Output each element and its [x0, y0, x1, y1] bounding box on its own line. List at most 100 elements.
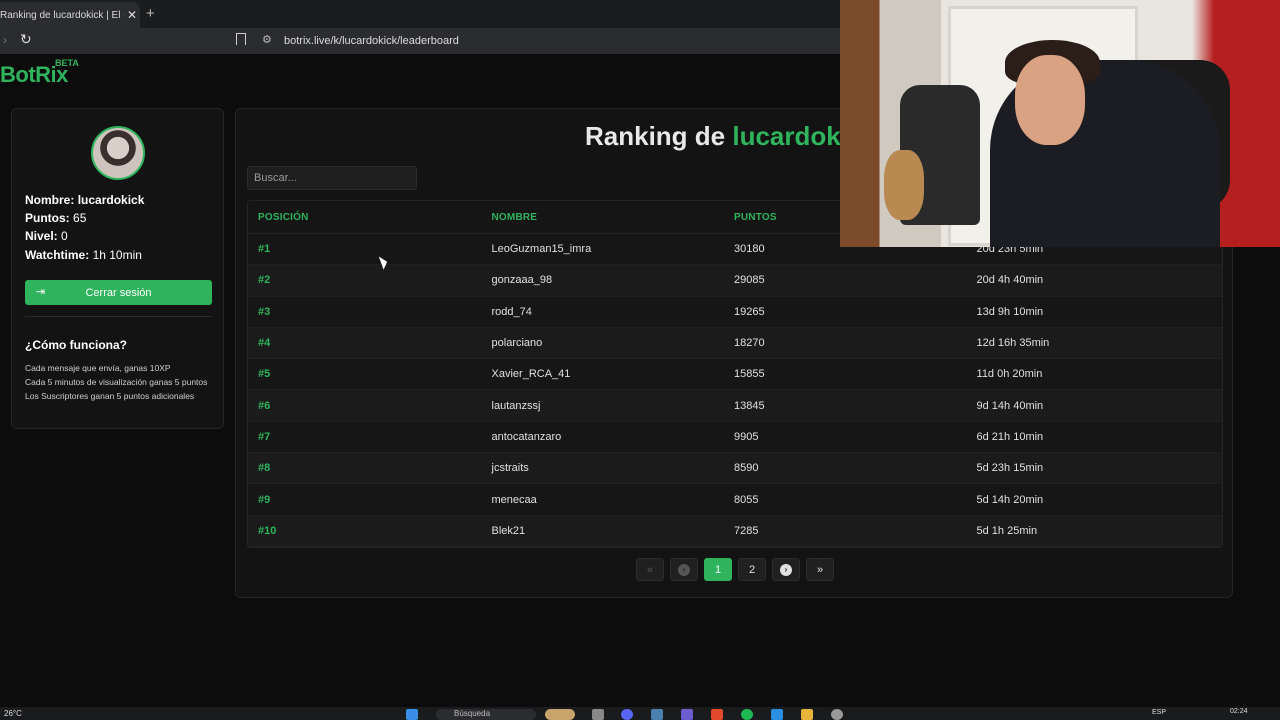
row-name: Xavier_RCA_41	[491, 368, 571, 381]
brave-icon[interactable]	[711, 709, 723, 720]
discord-icon[interactable]	[621, 709, 633, 720]
taskbar-search[interactable]: Búsqueda	[436, 709, 536, 720]
row-watchtime: 5d 14h 20min	[976, 493, 1044, 506]
taskbar-app-icon[interactable]	[831, 709, 843, 720]
header-name[interactable]: NOMBRE	[492, 212, 735, 223]
last-page-button[interactable]: »	[806, 558, 834, 581]
table-row: #2 gonzaaa_98 29085 20d 4h 40min	[248, 265, 1222, 297]
row-points: 8590	[734, 462, 759, 475]
language-indicator[interactable]: ESP	[1152, 709, 1166, 716]
logout-label: Cerrar sesión	[85, 286, 152, 299]
reload-icon[interactable]: ↻	[20, 31, 32, 48]
table-row: #4 polarciano 18270 12d 16h 35min	[248, 327, 1222, 360]
logout-button[interactable]: ⇥ Cerrar sesión	[25, 280, 212, 305]
avatar	[91, 126, 145, 180]
table-row: #7 antocatanzaro 9905 6d 21h 10min	[248, 421, 1222, 454]
beta-badge: BETA	[55, 58, 79, 68]
row-position: #10	[258, 524, 277, 537]
browser-tab[interactable]: Ranking de lucardokick | El mejo ✕	[0, 2, 140, 28]
browser-tab-strip: Ranking de lucardokick | El mejo ✕ +	[0, 0, 840, 28]
windows-start-icon[interactable]	[406, 709, 418, 720]
row-position: #9	[258, 493, 271, 506]
url-field[interactable]: botrix.live/k/lucardokick/leaderboard	[284, 35, 459, 47]
how-item: Los Suscriptores ganan 5 puntos adiciona…	[25, 391, 195, 401]
row-position: #7	[258, 430, 271, 443]
row-position: #2	[258, 274, 271, 287]
address-bar: › ↻ ⚙ botrix.live/k/lucardokick/leaderbo…	[0, 28, 840, 54]
taskbar-app-icon[interactable]	[771, 709, 783, 720]
tab-close-icon[interactable]: ✕	[124, 8, 140, 22]
row-points: 19265	[734, 305, 765, 318]
table-row: #9 menecaa 8055 5d 14h 20min	[248, 484, 1222, 516]
clock[interactable]: 02:24	[1230, 708, 1248, 715]
row-watchtime: 12d 16h 35min	[976, 337, 1050, 350]
weather-widget[interactable]: 26°C	[4, 709, 22, 718]
new-tab-icon[interactable]: +	[146, 5, 155, 22]
profile-name: Nombre: lucardokick	[25, 193, 145, 207]
table-row: #6 lautanzssj 13845 9d 14h 40min	[248, 390, 1222, 422]
forward-icon[interactable]: ›	[3, 33, 7, 47]
row-name: Blek21	[491, 524, 526, 537]
row-name: lautanzssj	[491, 399, 541, 412]
row-points: 18270	[734, 337, 765, 350]
row-points: 15855	[734, 368, 765, 381]
page-2-button[interactable]: 2	[738, 558, 766, 581]
row-watchtime: 5d 1h 25min	[976, 524, 1038, 537]
spotify-icon[interactable]	[741, 709, 753, 720]
webcam-overlay	[840, 0, 1280, 247]
search-input[interactable]	[247, 166, 417, 190]
logout-icon: ⇥	[36, 286, 46, 298]
folder-icon[interactable]	[801, 709, 813, 720]
row-watchtime: 5d 23h 15min	[976, 462, 1044, 475]
taskbar-app-icon[interactable]	[681, 709, 693, 720]
row-name: antocatanzaro	[491, 430, 562, 443]
pagination: « ‹ 1 2 › »	[636, 558, 834, 582]
row-position: #3	[258, 305, 271, 318]
site-info-icon[interactable]: ⚙	[262, 33, 272, 46]
leaderboard-table: POSICIÓN NOMBRE PUNTOS #1 LeoGuzman15_imr…	[247, 200, 1223, 548]
row-position: #6	[258, 399, 271, 412]
how-it-works-title: ¿Cómo funciona?	[25, 338, 127, 352]
how-item: Cada 5 minutos de visualización ganas 5 …	[25, 377, 208, 387]
row-name: menecaa	[491, 493, 537, 506]
row-name: jcstraits	[491, 462, 529, 475]
divider	[25, 316, 212, 317]
bookmark-icon[interactable]	[236, 33, 246, 45]
row-position: #8	[258, 462, 271, 475]
row-name: rodd_74	[491, 305, 532, 318]
row-points: 13845	[734, 399, 765, 412]
row-points: 7285	[734, 524, 759, 537]
row-watchtime: 9d 14h 40min	[976, 399, 1044, 412]
row-points: 8055	[734, 493, 759, 506]
profile-watchtime: Watchtime: 1h 10min	[25, 248, 142, 262]
row-name: gonzaaa_98	[491, 274, 553, 287]
taskbar: 26°C ⌕ Búsqueda ESP 02:24	[0, 707, 1280, 720]
table-row: #5 Xavier_RCA_41 15855 11d 0h 20min	[248, 359, 1222, 391]
row-points: 9905	[734, 430, 759, 443]
page-1-button[interactable]: 1	[704, 558, 732, 581]
next-icon: ›	[780, 563, 792, 576]
prev-icon: ‹	[678, 563, 690, 576]
profile-sidebar: Nombre: lucardokick Puntos: 65 Nivel: 0 …	[11, 108, 224, 429]
row-watchtime: 6d 21h 10min	[976, 430, 1044, 443]
row-position: #5	[258, 368, 271, 381]
row-watchtime: 11d 0h 20min	[976, 368, 1043, 381]
taskbar-app-icon[interactable]	[651, 709, 663, 720]
first-page-button[interactable]: «	[636, 558, 664, 581]
table-row: #8 jcstraits 8590 5d 23h 15min	[248, 453, 1222, 485]
webcam-guitar	[884, 150, 924, 220]
next-page-button[interactable]: ›	[772, 558, 800, 581]
tab-title: Ranking de lucardokick | El mejo	[0, 9, 124, 21]
row-watchtime: 13d 9h 10min	[976, 305, 1044, 318]
table-row: #3 rodd_74 19265 13d 9h 10min	[248, 296, 1222, 328]
row-points: 29085	[734, 274, 765, 287]
row-watchtime: 20d 4h 40min	[976, 274, 1044, 287]
row-name: polarciano	[491, 337, 543, 350]
profile-points: Puntos: 65	[25, 211, 87, 225]
taskbar-app-icon[interactable]	[592, 709, 604, 720]
prev-page-button[interactable]: ‹	[670, 558, 698, 581]
header-position[interactable]: POSICIÓN	[248, 212, 492, 223]
taskbar-news-icon[interactable]	[545, 709, 575, 720]
row-position: #4	[258, 337, 271, 350]
table-body: #1 LeoGuzman15_imra 30180 20d 23h 5min #2 go…	[248, 234, 1222, 547]
